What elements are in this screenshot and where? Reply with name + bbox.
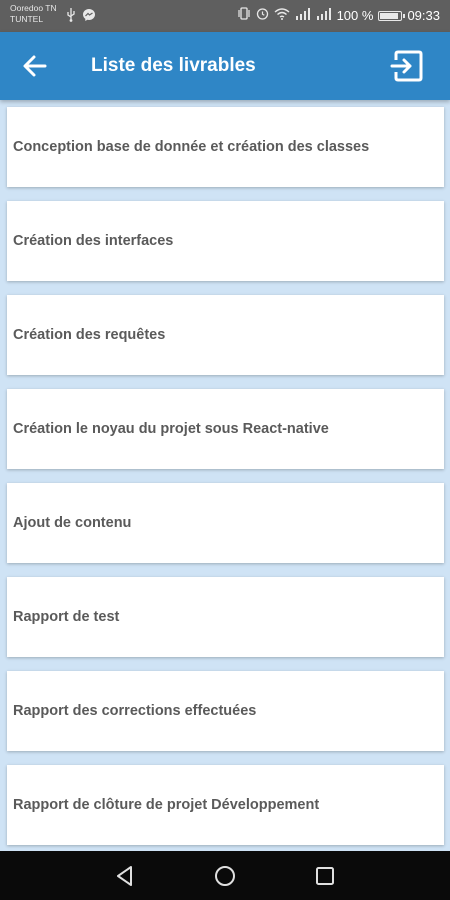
list-item-label: Ajout de contenu — [13, 515, 132, 531]
list-item-label: Création des requêtes — [13, 327, 166, 343]
list-item[interactable]: Création le noyau du projet sous React-n… — [7, 389, 444, 469]
list-item[interactable]: Rapport des corrections effectuées — [7, 671, 444, 751]
usb-icon — [66, 8, 76, 26]
list-item-label: Création le noyau du projet sous React-n… — [13, 421, 329, 437]
arrow-left-icon[interactable] — [20, 51, 50, 81]
vibrate-icon — [237, 7, 251, 24]
messenger-icon — [82, 8, 96, 26]
carrier-name-secondary: TUNTEL — [10, 14, 44, 24]
list-item[interactable]: Rapport de clôture de projet Développeme… — [7, 765, 444, 845]
alarm-icon — [256, 7, 269, 24]
list-item-label: Conception base de donnée et création de… — [13, 139, 370, 155]
list-item-label: Rapport de test — [13, 609, 120, 625]
app-bar: Liste des livrables — [0, 32, 450, 100]
wifi-icon — [274, 7, 290, 24]
carrier-label: Ooredoo TN TUNTEL — [10, 3, 57, 25]
carrier-name: Ooredoo TN — [10, 3, 57, 13]
list-item[interactable]: Création des interfaces — [7, 201, 444, 281]
clock: 09:33 — [407, 8, 440, 23]
list-item-label: Création des interfaces — [13, 233, 174, 249]
list-item[interactable]: Ajout de contenu — [7, 483, 444, 563]
battery-percent: 100 % — [336, 8, 374, 23]
battery-icon — [378, 10, 406, 21]
page-title: Liste des livrables — [91, 55, 256, 76]
nav-home-icon[interactable] — [214, 865, 236, 887]
list-item[interactable]: Conception base de donnée et création de… — [7, 107, 444, 187]
system-nav-bar — [0, 851, 450, 900]
nav-recents-icon[interactable] — [314, 865, 336, 887]
status-bar: Ooredoo TN TUNTEL 100 % 09:33 — [0, 0, 450, 32]
nav-back-icon[interactable] — [114, 865, 136, 887]
exit-to-app-icon[interactable] — [390, 49, 424, 83]
deliverables-list: Conception base de donnée et création de… — [7, 107, 444, 859]
list-item[interactable]: Création des requêtes — [7, 295, 444, 375]
signal-icon — [295, 7, 311, 24]
list-item-label: Rapport des corrections effectuées — [13, 703, 257, 719]
list-item[interactable]: Rapport de test — [7, 577, 444, 657]
list-item-label: Rapport de clôture de projet Développeme… — [13, 797, 320, 813]
signal-icon-2 — [316, 7, 332, 24]
